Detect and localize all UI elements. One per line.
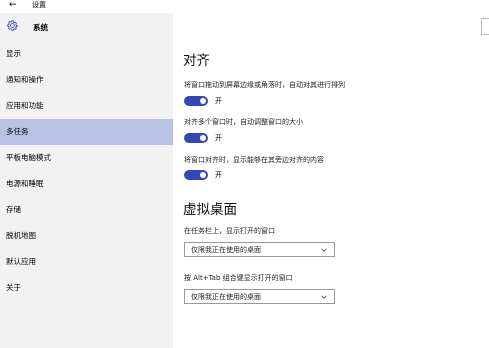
snap-setting-1-toggle[interactable]: [184, 96, 208, 106]
virtual-desktops-title: 虚拟桌面: [183, 202, 237, 218]
sidebar: 系统 显示 通知和操作 应用和功能 多任务 平板电脑模式 电源和睡眠 存储 脱机…: [0, 13, 173, 348]
snap-setting-1-label: 将窗口拖动到屏幕边缘或角落时，自动对其进行排列: [184, 81, 345, 89]
alttab-windows-label: 按 Alt+Tab 组合键显示打开的窗口: [184, 274, 293, 282]
sidebar-item-multitasking[interactable]: 多任务: [0, 119, 173, 145]
sidebar-item-storage[interactable]: 存储: [0, 197, 173, 223]
taskbar-windows-label: 在任务栏上，显示打开的窗口: [184, 227, 275, 235]
sidebar-item-notifications[interactable]: 通知和操作: [0, 67, 173, 93]
snap-setting-3-state: 开: [215, 171, 222, 179]
snap-setting-2-state: 开: [215, 134, 222, 142]
snap-setting-2-toggle[interactable]: [184, 133, 208, 143]
snap-setting-3-label: 将窗口对齐时，显示能够在其旁边对齐的内容: [184, 156, 324, 164]
title-bar: ← 设置: [0, 0, 489, 13]
alttab-windows-value: 仅限我正在使用的桌面: [191, 293, 261, 301]
toggle-knob: [200, 172, 206, 178]
snap-setting-2-label: 对齐多个窗口时，自动调整窗口的大小: [184, 118, 303, 126]
sidebar-header[interactable]: 系统: [0, 13, 173, 41]
alttab-windows-dropdown[interactable]: 仅限我正在使用的桌面: [184, 289, 335, 304]
chevron-down-icon: [321, 248, 327, 252]
snap-setting-3-toggle[interactable]: [184, 170, 208, 180]
toggle-knob: [200, 98, 206, 104]
window-title: 设置: [32, 1, 46, 9]
sidebar-item-tablet-mode[interactable]: 平板电脑模式: [0, 145, 173, 171]
gear-icon: [7, 20, 18, 31]
taskbar-windows-value: 仅限我正在使用的桌面: [191, 246, 261, 254]
snap-section-title: 对齐: [183, 53, 210, 69]
toggle-knob: [200, 135, 206, 141]
search-box-edge[interactable]: [481, 18, 489, 35]
sidebar-header-label: 系统: [33, 23, 48, 32]
taskbar-windows-dropdown[interactable]: 仅限我正在使用的桌面: [184, 242, 335, 257]
sidebar-item-apps[interactable]: 应用和功能: [0, 93, 173, 119]
sidebar-item-power-sleep[interactable]: 电源和睡眠: [0, 171, 173, 197]
sidebar-item-offline-maps[interactable]: 脱机地图: [0, 223, 173, 249]
back-arrow-icon[interactable]: ←: [9, 0, 17, 11]
sidebar-item-display[interactable]: 显示: [0, 41, 173, 67]
sidebar-item-default-apps[interactable]: 默认应用: [0, 249, 173, 275]
snap-setting-1-state: 开: [215, 97, 222, 105]
sidebar-item-about[interactable]: 关于: [0, 275, 173, 301]
chevron-down-icon: [321, 295, 327, 299]
